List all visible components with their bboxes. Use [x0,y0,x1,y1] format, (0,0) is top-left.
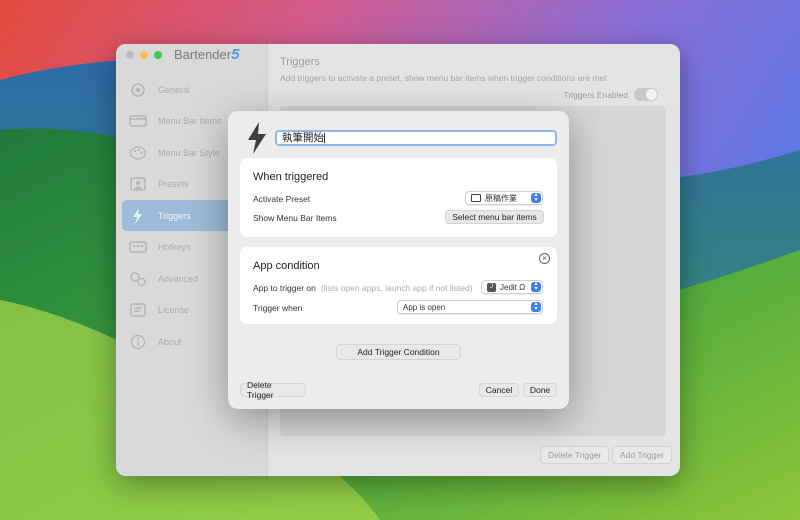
activate-preset-popup[interactable]: 原稿作業 ▴ ▾ [465,191,543,205]
triggers-enabled-row: Triggers Enabled [564,88,658,101]
sidebar-item-label: Hotkeys [158,242,191,252]
bolt-icon [248,122,266,154]
chevron-updown-icon: ▴ ▾ [531,301,541,312]
trigger-name-value: 執筆開始 [282,132,324,144]
close-window-button[interactable] [126,51,134,59]
when-triggered-title: When triggered [253,171,329,183]
trigger-name-field[interactable]: 執筆開始 [275,130,557,146]
page-description: Add triggers to activate a preset, show … [280,73,607,83]
triggers-enabled-label: Triggers Enabled [563,89,628,100]
sidebar-item-label: About [158,336,182,347]
sidebar-item-label: Advanced [158,273,199,284]
app-name: Bartender [174,47,232,62]
trigger-when-value: App is open [403,302,446,312]
app-to-trigger-popup[interactable]: J Jedit Ω ▴ ▾ [481,280,543,294]
sidebar-item-label: Presets [158,179,189,189]
zoom-window-button[interactable] [154,51,162,59]
sheet-delete-trigger-button[interactable]: Delete Trigger [240,380,306,400]
add-trigger-condition-button[interactable]: Add Trigger Condition [336,344,461,360]
app-to-trigger-hint: (lists open apps, launch app if not list… [320,283,473,293]
app-version: 5 [231,46,240,63]
menu-bar-items-icon [128,112,148,130]
trigger-when-label: Trigger when [253,303,303,313]
app-to-trigger-text: App to trigger on [253,283,316,293]
presets-icon [128,175,148,193]
select-menu-bar-items-button[interactable]: Select menu bar items [445,210,544,224]
palette-icon [128,144,148,162]
window-controls [126,51,162,59]
remove-condition-icon[interactable]: × [539,253,550,264]
add-trigger-button[interactable]: Add Trigger [612,446,672,464]
text-caret [324,133,325,144]
show-menu-bar-items-label: Show Menu Bar Items [253,213,337,223]
app-condition-card: × App condition App to trigger on (lists … [240,247,557,324]
app-to-trigger-value: Jedit Ω [500,282,526,292]
sidebar-item-label: Menu Bar Items [158,116,222,126]
done-button[interactable]: Done [523,383,557,397]
chevron-updown-icon: ▴ ▾ [531,192,541,203]
advanced-icon [128,270,148,288]
sidebar-item-label: Menu Bar Style [158,147,220,158]
license-icon [128,301,148,319]
gear-icon [128,81,148,99]
bolt-icon [128,207,148,225]
presets-icon [471,194,481,202]
app-icon: J [487,282,496,292]
minimize-window-button[interactable] [140,51,148,59]
when-triggered-card: When triggered Activate Preset 原稿作業 ▴ ▾ S… [240,158,557,237]
sidebar-item-label: General [158,84,191,95]
info-icon [128,333,148,351]
sidebar-item-label: Triggers [158,210,191,221]
sidebar-item-general[interactable]: General [122,74,262,105]
triggers-enabled-toggle[interactable] [634,88,658,101]
page-title: Triggers [280,56,320,68]
app-to-trigger-label: App to trigger on (lists open apps, launc… [253,283,473,293]
activate-preset-label: Activate Preset [253,194,311,204]
delete-trigger-button[interactable]: Delete Trigger [540,446,610,464]
cancel-button[interactable]: Cancel [479,383,519,397]
chevron-updown-icon: ▴ ▾ [531,281,541,292]
app-title: Bartender5 [174,46,239,63]
trigger-edit-sheet: 執筆開始 When triggered Activate Preset 原稿作業… [228,111,569,409]
hotkeys-icon [128,238,148,256]
app-condition-title: App condition [253,260,320,272]
activate-preset-value: 原稿作業 [485,193,517,203]
sidebar-item-label: License [158,305,190,315]
trigger-when-popup[interactable]: App is open ▴ ▾ [397,300,543,314]
